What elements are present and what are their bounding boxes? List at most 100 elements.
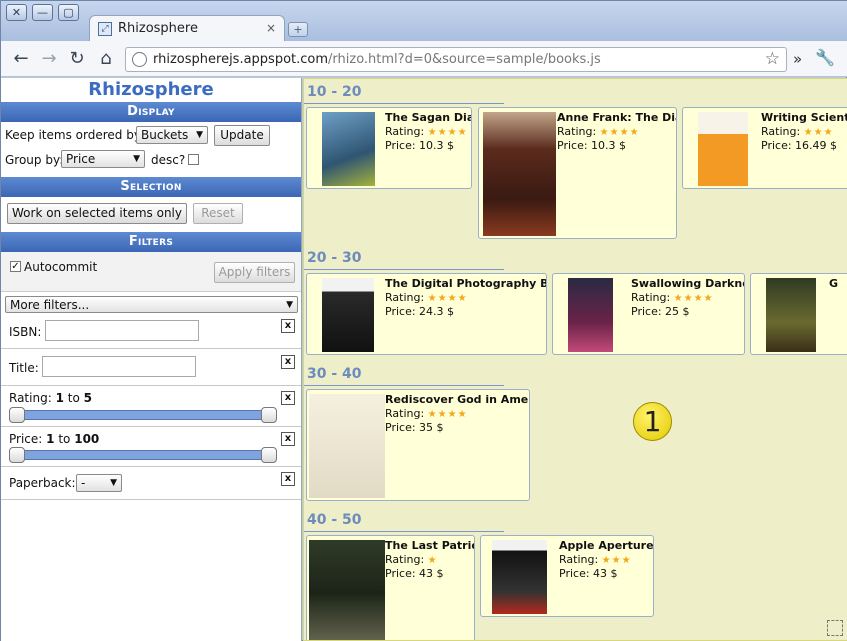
- forward-icon[interactable]: →: [37, 47, 61, 71]
- work-on-selected-button[interactable]: Work on selected items only: [7, 203, 187, 224]
- browser-tab[interactable]: ⤢ Rhizosphere ×: [89, 15, 285, 41]
- help-marker-badge[interactable]: 1: [633, 402, 672, 441]
- paperback-label: Paperback:: [9, 476, 76, 490]
- book-card[interactable]: Apple Aperture 2 Rating: ★★★ Price: 43 $: [480, 535, 654, 617]
- bucket-label: 30 - 40: [307, 366, 362, 382]
- price-min-handle[interactable]: [9, 447, 25, 463]
- globe-icon: [132, 52, 147, 67]
- price-clear-button[interactable]: x: [281, 432, 295, 446]
- bucket-label: 40 - 50: [307, 512, 362, 528]
- book-card[interactable]: Anne Frank: The Diary Rating: ★★★★ Price…: [478, 107, 677, 239]
- url-host: rhizospherejs.appspot.com: [153, 52, 329, 67]
- book-cover-image: [322, 278, 374, 352]
- browser-toolbar: ← → ↻ ⌂ rhizospherejs.appspot.com/rhizo.…: [1, 41, 847, 77]
- rating-min-value: 1: [55, 391, 64, 405]
- book-rating: Rating: ★★★: [559, 553, 632, 566]
- title-filter: Title: x: [1, 349, 301, 386]
- window-maximize-button[interactable]: ▢: [58, 4, 79, 21]
- rating-stars-icon: ★★★★: [427, 293, 468, 304]
- window-minimize-button[interactable]: —: [32, 4, 53, 21]
- rating-min-handle[interactable]: [9, 407, 25, 423]
- back-icon[interactable]: ←: [9, 47, 33, 71]
- book-rating: Rating: ★: [385, 553, 438, 566]
- rating-slider[interactable]: [9, 407, 277, 423]
- chevron-more-icon[interactable]: »: [793, 50, 802, 68]
- desc-label: desc?: [151, 153, 186, 167]
- app-title: Rhizosphere: [88, 79, 214, 100]
- rating-label: Rating:: [385, 125, 425, 138]
- book-card[interactable]: The Last Patrion Rating: ★ Price: 43 $: [306, 535, 475, 640]
- bucket-label: 20 - 30: [307, 250, 362, 266]
- new-tab-button[interactable]: +: [288, 22, 308, 37]
- filters-header[interactable]: Filters: [1, 232, 301, 252]
- rating-max-value: 5: [83, 391, 92, 405]
- reset-button[interactable]: Reset: [193, 203, 243, 224]
- desc-checkbox[interactable]: [188, 154, 199, 165]
- order-select[interactable]: Buckets: [136, 126, 208, 144]
- price-filter: Price: 1 to 100 x: [1, 427, 301, 467]
- title-input[interactable]: [42, 356, 196, 377]
- book-cover-image: [483, 112, 556, 236]
- tab-close-icon[interactable]: ×: [266, 21, 276, 35]
- isbn-clear-button[interactable]: x: [281, 319, 295, 333]
- book-rating: Rating: ★★★★: [385, 125, 468, 138]
- book-card[interactable]: G: [750, 273, 847, 355]
- price-min-value: 1: [46, 432, 55, 446]
- visualization-area[interactable]: 10 - 20 The Sagan Diary Rating: ★★★★ Pri…: [303, 78, 847, 641]
- title-clear-button[interactable]: x: [281, 355, 295, 369]
- rating-stars-icon: ★: [427, 555, 438, 566]
- order-label: Keep items ordered by:: [5, 128, 145, 142]
- rating-label: Rating:: [385, 553, 425, 566]
- isbn-input[interactable]: [45, 320, 199, 341]
- book-card[interactable]: The Sagan Diary Rating: ★★★★ Price: 10.3…: [306, 107, 472, 189]
- book-price: Price: 16.49 $: [761, 139, 838, 152]
- display-header[interactable]: Display: [1, 102, 301, 122]
- rating-clear-button[interactable]: x: [281, 391, 295, 405]
- more-filters-select[interactable]: More filters...: [5, 296, 298, 313]
- price-slider[interactable]: [9, 447, 277, 463]
- wrench-icon[interactable]: 🔧: [813, 48, 837, 70]
- rating-label: Rating:: [9, 391, 52, 405]
- rating-to-label: to: [67, 391, 80, 405]
- isbn-label: ISBN:: [9, 325, 42, 339]
- book-cover-image: [309, 394, 385, 498]
- apply-filters-button[interactable]: Apply filters: [214, 262, 295, 283]
- url-text: rhizospherejs.appspot.com/rhizo.html?d=0…: [153, 52, 601, 67]
- selection-header[interactable]: Selection: [1, 177, 301, 197]
- update-button[interactable]: Update: [214, 125, 270, 146]
- autocommit-checkbox[interactable]: ✓: [10, 261, 21, 272]
- book-title: Anne Frank: The Diary: [557, 111, 676, 124]
- bookmark-star-icon[interactable]: ☆: [765, 49, 780, 69]
- rating-max-handle[interactable]: [261, 407, 277, 423]
- order-row: Keep items ordered by: Buckets Update: [1, 122, 301, 148]
- rating-stars-icon: ★★★★: [427, 127, 468, 138]
- group-select[interactable]: Price: [61, 150, 145, 168]
- group-row: Group by: Price desc?: [1, 148, 301, 172]
- window-close-button[interactable]: ✕: [6, 4, 27, 21]
- book-rating: Rating: ★★★★: [557, 125, 640, 138]
- bucket-divider: [304, 385, 504, 386]
- book-card[interactable]: The Digital Photography Book Rating: ★★★…: [306, 273, 547, 355]
- price-max-handle[interactable]: [261, 447, 277, 463]
- title-bar: ✕ — ▢ ⤢ Rhizosphere × +: [1, 1, 847, 41]
- book-cover-image: [492, 540, 547, 614]
- book-price: Price: 35 $: [385, 421, 444, 434]
- autocommit-row: ✓ Autocommit Apply filters: [1, 252, 301, 292]
- book-card[interactable]: Rediscover God in America Rating: ★★★★ P…: [306, 389, 530, 501]
- book-title: The Digital Photography Book: [385, 277, 546, 290]
- book-price: Price: 43 $: [385, 567, 444, 580]
- address-bar[interactable]: rhizospherejs.appspot.com/rhizo.html?d=0…: [125, 47, 787, 72]
- resize-handle[interactable]: [827, 620, 843, 636]
- book-card[interactable]: Swallowing Darkness Rating: ★★★★ Price: …: [552, 273, 745, 355]
- price-to-label: to: [58, 432, 71, 446]
- sidebar: Rhizosphere Display Keep items ordered b…: [1, 78, 302, 641]
- bucket-divider: [304, 531, 504, 532]
- reload-icon[interactable]: ↻: [65, 47, 89, 71]
- paperback-select[interactable]: -: [76, 474, 122, 492]
- book-rating: Rating: ★★★★: [631, 291, 714, 304]
- tab-favicon-icon: ⤢: [98, 22, 112, 36]
- home-icon[interactable]: ⌂: [94, 47, 118, 71]
- browser-window: ✕ — ▢ ⤢ Rhizosphere × + ← → ↻ ⌂ rhizosph…: [0, 0, 847, 641]
- paperback-clear-button[interactable]: x: [281, 472, 295, 486]
- book-card[interactable]: Writing Scienti Rating: ★★★ Price: 16.49…: [682, 107, 847, 189]
